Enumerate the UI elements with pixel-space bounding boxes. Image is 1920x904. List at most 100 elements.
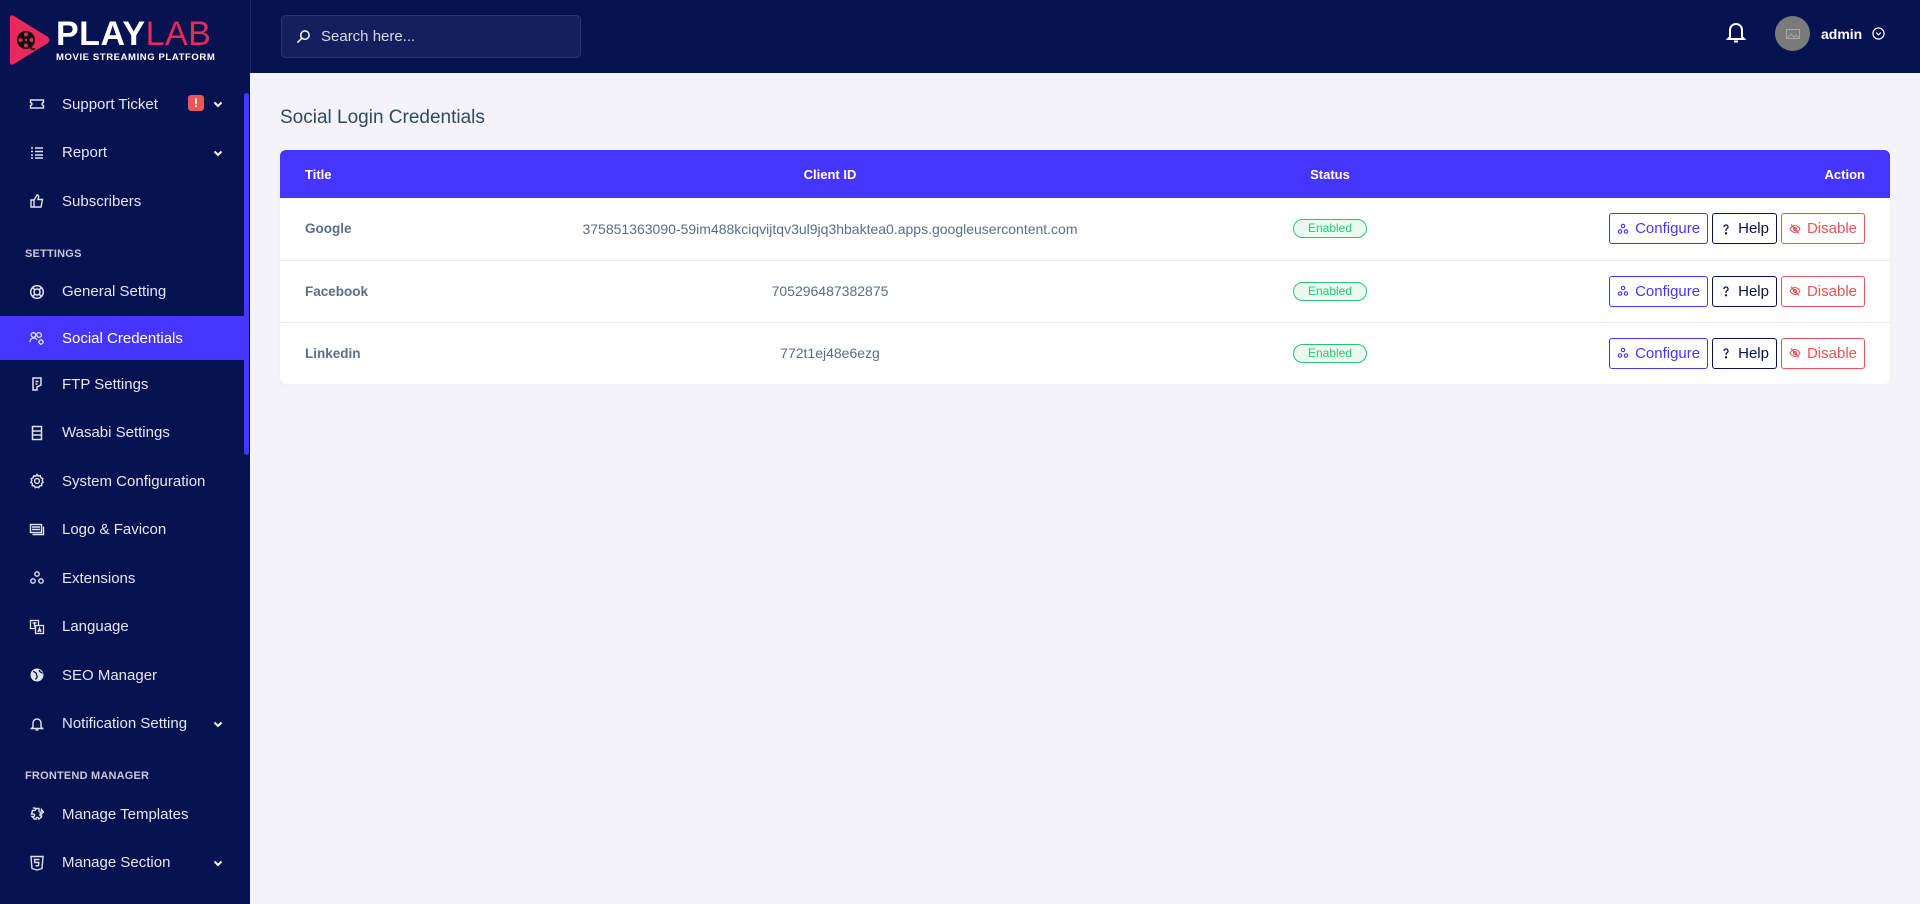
sidebar-item-extensions[interactable]: Extensions (0, 554, 244, 603)
disable-button[interactable]: Disable (1780, 275, 1865, 307)
sidebar-item-label: Extensions (62, 569, 136, 587)
sidebar-item-label: Report (62, 144, 108, 162)
globe-icon (28, 666, 46, 684)
user-menu[interactable]: admin (1775, 16, 1885, 51)
status-badge: Enabled (1292, 343, 1368, 363)
sidebar-item-subscribers[interactable]: Subscribers (0, 177, 244, 226)
sidebar-scrollbar[interactable] (244, 93, 249, 455)
sidebar-item-label: Wasabi Settings (62, 424, 170, 442)
sidebar-item-seo-manager[interactable]: SEO Manager (0, 651, 244, 700)
sidebar-item-label: SEO Manager (62, 666, 158, 684)
images-icon (28, 521, 46, 539)
question-icon (1723, 348, 1729, 359)
sidebar-item-label: Social Credentials (62, 329, 183, 347)
sidebar-item-label: FTP Settings (62, 375, 149, 393)
sidebar-item-manage-templates[interactable]: Manage Templates (0, 790, 244, 839)
thumbs-up-icon (28, 192, 46, 210)
help-button[interactable]: Help (1712, 275, 1777, 307)
cubes-icon (1617, 347, 1629, 359)
ftp-icon (28, 375, 46, 393)
disable-button[interactable]: Disable (1780, 213, 1865, 245)
search-box (281, 15, 581, 58)
alert-badge: ! (188, 95, 204, 112)
sidebar-item-label: Manage Templates (62, 805, 189, 823)
server-icon (28, 424, 46, 442)
notification-bell-icon[interactable] (1725, 20, 1747, 44)
sidebar-item-system-configuration[interactable]: System Configuration (0, 457, 244, 506)
disable-button[interactable]: Disable (1780, 337, 1865, 369)
username: admin (1821, 25, 1863, 42)
brand-name-primary: PLAY (56, 15, 146, 53)
configure-button[interactable]: Configure (1609, 275, 1709, 307)
table-row: Facebook 705296487382875 Enabled Configu… (280, 260, 1890, 322)
client-id: 375851363090-59im488kciqvijtqv3ul9jq3hba… (582, 220, 1078, 237)
eye-slash-icon (1789, 348, 1801, 359)
sidebar-item-logo-favicon[interactable]: Logo & Favicon (0, 506, 244, 555)
chevron-down-icon (213, 860, 223, 867)
bell-icon (28, 715, 46, 733)
question-icon (1723, 286, 1729, 297)
avatar (1775, 16, 1810, 51)
column-header-title: Title (305, 166, 332, 182)
html5-icon (28, 854, 46, 872)
sidebar-item-language[interactable]: Language (0, 603, 244, 652)
credential-title: Google (305, 221, 352, 237)
sidebar-item-social-credentials[interactable]: Social Credentials (0, 316, 244, 360)
logo-play-icon (8, 14, 50, 66)
puzzle-icon (28, 805, 46, 823)
sidebar-item-label: Notification Setting (62, 715, 188, 733)
sidebar-item-label: Subscribers (62, 192, 142, 210)
help-button[interactable]: Help (1712, 213, 1777, 245)
sidebar-item-label: Manage Section (62, 854, 171, 872)
status-badge: Enabled (1292, 281, 1368, 301)
credential-title: Facebook (305, 283, 369, 299)
column-header-status: Status (1310, 166, 1350, 182)
brand-tagline: MOVIE STREAMING PLATFORM (56, 52, 216, 63)
sidebar-item-label: General Setting (62, 283, 167, 301)
section-title-settings: SETTINGS (25, 247, 82, 260)
eye-slash-icon (1789, 223, 1801, 234)
table-row: Google 375851363090-59im488kciqvijtqv3ul… (280, 198, 1890, 260)
sidebar: PLAYLAB MOVIE STREAMING PLATFORM Support… (0, 0, 250, 904)
question-icon (1723, 224, 1729, 235)
list-icon (28, 144, 46, 162)
column-header-action: Action (1824, 166, 1865, 182)
sidebar-item-general-setting[interactable]: General Setting (0, 268, 244, 317)
sidebar-item-label: Support Ticket (62, 95, 158, 113)
sidebar-item-manage-section[interactable]: Manage Section (0, 839, 244, 888)
gear-icon (28, 472, 46, 490)
search-icon (296, 30, 310, 44)
status-badge: Enabled (1292, 219, 1368, 239)
sidebar-item-label: Language (62, 618, 129, 636)
page-title: Social Login Credentials (280, 107, 485, 128)
search-input[interactable] (321, 28, 561, 45)
cubes-icon (28, 569, 46, 587)
ticket-icon (28, 95, 46, 113)
users-gear-icon (28, 329, 46, 347)
chevron-down-icon (213, 721, 223, 728)
sidebar-item-label: System Configuration (62, 472, 206, 490)
sidebar-item-notification-setting[interactable]: Notification Setting (0, 700, 244, 749)
chevron-down-icon (213, 150, 223, 157)
sidebar-item-ftp-settings[interactable]: FTP Settings (0, 360, 244, 409)
life-ring-icon (28, 283, 46, 301)
sidebar-item-wasabi-settings[interactable]: Wasabi Settings (0, 409, 244, 458)
logo[interactable]: PLAYLAB MOVIE STREAMING PLATFORM (0, 0, 250, 80)
section-title-frontend-manager: FRONTEND MANAGER (25, 770, 150, 782)
client-id: 772t1ej48e6ezg (780, 345, 880, 362)
sidebar-menu: Support Ticket ! Report Subscribers SETT… (0, 80, 244, 887)
configure-button[interactable]: Configure (1609, 213, 1709, 245)
chevron-down-icon (213, 102, 223, 108)
sidebar-item-support-ticket[interactable]: Support Ticket ! (0, 80, 244, 129)
eye-slash-icon (1789, 286, 1801, 296)
sidebar-item-report[interactable]: Report (0, 129, 244, 178)
cubes-icon (1617, 223, 1629, 234)
cubes-icon (1617, 285, 1629, 296)
topbar: admin (250, 0, 1920, 73)
column-header-client-id: Client ID (803, 166, 857, 182)
chevron-down-circle-icon (1872, 27, 1885, 40)
configure-button[interactable]: Configure (1609, 337, 1709, 369)
help-button[interactable]: Help (1712, 337, 1777, 369)
table-header-row: Title Client ID Status Action (280, 150, 1890, 198)
credentials-table: Title Client ID Status Action Google 375… (280, 150, 1890, 384)
